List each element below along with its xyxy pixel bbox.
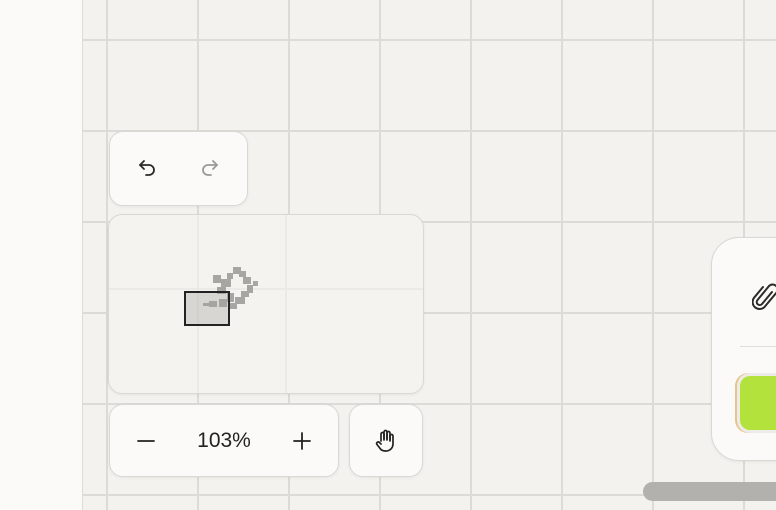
redo-button[interactable] [190,148,230,188]
zoom-level[interactable]: 103% [174,405,274,476]
redo-icon [202,160,218,176]
minimap[interactable] [108,214,424,394]
undo-button[interactable] [127,148,167,188]
minimap-viewport-indicator[interactable] [184,291,230,326]
chat-input-panel [711,237,776,461]
chat-divider [740,346,776,347]
minimap-content-thumbnails [203,267,258,309]
hand-tool-panel [349,404,423,477]
send-button[interactable] [740,376,776,430]
attach-button[interactable] [751,280,776,319]
hand-icon [375,429,394,452]
zoom-out-button[interactable] [126,421,166,461]
minus-icon [137,440,155,442]
paperclip-icon [751,283,776,310]
undo-icon [139,160,155,176]
zoom-controls: 103% [109,404,339,477]
left-side-panel [0,0,83,510]
zoom-in-button[interactable] [282,421,322,461]
horizontal-scrollbar[interactable] [643,482,776,501]
plus-icon [293,432,311,450]
hand-tool-button[interactable] [366,421,406,461]
history-toolbar [109,131,248,206]
